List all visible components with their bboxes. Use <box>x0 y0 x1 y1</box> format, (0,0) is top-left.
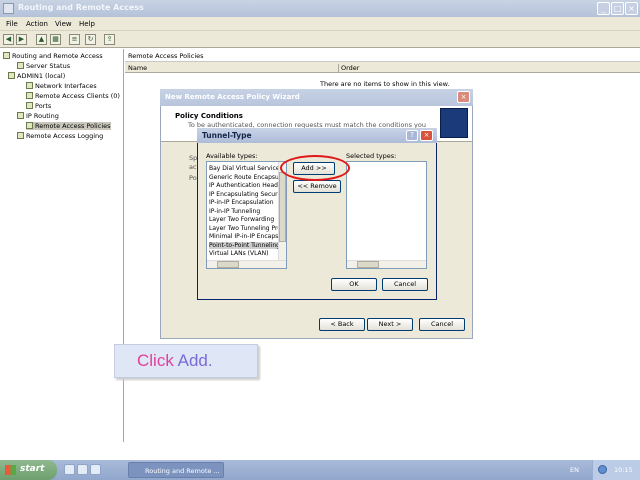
list-item[interactable]: IP Encapsulating Security <box>209 191 279 198</box>
desktop-icon[interactable] <box>64 464 75 475</box>
column-order[interactable]: Order <box>338 64 359 72</box>
selected-types-list[interactable] <box>346 161 427 269</box>
ok-button[interactable]: OK <box>331 278 377 291</box>
remove-button[interactable]: << Remove <box>293 180 341 193</box>
browser-icon[interactable] <box>77 464 88 475</box>
dialog-title: Tunnel-Type <box>197 128 437 143</box>
highlight-ring <box>280 155 350 181</box>
back-icon[interactable]: ◀ <box>3 34 14 45</box>
tree-item-server-status[interactable]: Server Status <box>17 62 70 70</box>
details-header: Remote Access Policies <box>125 49 640 62</box>
scroll-thumb[interactable] <box>279 172 286 242</box>
network-icon <box>26 82 33 89</box>
wizard-heading: Policy Conditions <box>175 112 243 120</box>
instruction-text: Click Add. <box>137 351 213 370</box>
list-item[interactable]: Generic Route Encapsulation <box>209 174 279 181</box>
policy-icon <box>26 122 33 129</box>
list-item[interactable]: Minimal IP-in-IP Encapsulation <box>209 233 279 240</box>
horizontal-scrollbar[interactable] <box>207 260 286 268</box>
horizontal-scrollbar[interactable] <box>347 260 426 268</box>
empty-message: There are no items to show in this view. <box>320 80 450 88</box>
list-item[interactable]: IP Authentication Header <box>209 182 279 189</box>
menu-help[interactable]: Help <box>79 20 95 28</box>
tree-item-network-interfaces[interactable]: Network Interfaces <box>26 82 97 90</box>
list-item[interactable]: Bay Dial Virtual Services <box>209 165 279 172</box>
list-item[interactable]: Layer Two Forwarding <box>209 216 279 223</box>
column-header: Name Order <box>125 62 640 73</box>
list-item[interactable]: IP-in-IP Tunneling <box>209 208 279 215</box>
dialog-cancel-button[interactable]: Cancel <box>382 278 428 291</box>
vertical-scrollbar[interactable] <box>278 162 286 268</box>
routing-icon <box>17 112 24 119</box>
wizard-close-button[interactable]: × <box>457 91 470 103</box>
ports-icon <box>26 102 33 109</box>
window-title: Routing and Remote Access <box>18 3 144 12</box>
instruction-callout: Click Add. <box>114 344 258 378</box>
scroll-thumb[interactable] <box>357 261 379 268</box>
wizard-text-fragment: ac <box>189 163 197 171</box>
wizard-text-fragment: Po <box>189 174 197 182</box>
list-item[interactable]: Virtual LANs (VLAN) <box>209 250 279 257</box>
export-icon[interactable]: ⇪ <box>104 34 115 45</box>
available-types-label: Available types: <box>206 152 258 160</box>
tree-item-remote-access-policies[interactable]: Remote Access Policies <box>26 122 111 130</box>
tree-item-remote-access-logging[interactable]: Remote Access Logging <box>17 132 103 140</box>
main-title-bar[interactable]: Routing and Remote Access _ □ × <box>0 0 640 17</box>
up-icon[interactable]: ▲ <box>36 34 47 45</box>
minimize-button[interactable]: _ <box>597 2 610 15</box>
taskbar-item-routing[interactable]: Routing and Remote ... <box>128 462 224 478</box>
back-button[interactable]: < Back <box>319 318 365 331</box>
toolbar: ◀ ▶ ▲ ▦ ≡ ↻ ⇪ <box>0 31 640 48</box>
tree-item-remote-access-clients[interactable]: Remote Access Clients (0) <box>26 92 120 100</box>
language-indicator[interactable]: EN <box>570 466 579 474</box>
tree-item-ports[interactable]: Ports <box>26 102 51 110</box>
properties-icon[interactable]: ≡ <box>69 34 80 45</box>
scroll-thumb[interactable] <box>217 261 239 268</box>
maximize-button[interactable]: □ <box>611 2 624 15</box>
menu-file[interactable]: File <box>6 20 18 28</box>
list-item[interactable]: Layer Two Tunneling Protocol <box>209 225 279 232</box>
selected-types-label: Selected types: <box>346 152 397 160</box>
help-button[interactable]: ? <box>406 130 418 141</box>
status-icon <box>17 62 24 69</box>
logging-icon <box>17 132 24 139</box>
server-icon <box>8 72 15 79</box>
wizard-logo-icon <box>440 108 468 138</box>
wizard-cancel-button[interactable]: Cancel <box>419 318 465 331</box>
list-item[interactable]: IP-in-IP Encapsulation <box>209 199 279 206</box>
next-button[interactable]: Next > <box>367 318 413 331</box>
column-name[interactable]: Name <box>128 64 147 72</box>
refresh-icon[interactable]: ↻ <box>85 34 96 45</box>
console-tree[interactable]: Routing and Remote Access Server Status … <box>0 49 124 442</box>
clients-icon <box>26 92 33 99</box>
tree-item-ip-routing[interactable]: IP Routing <box>17 112 59 120</box>
windows-logo-icon <box>5 465 16 475</box>
list-item-selected[interactable]: Point-to-Point Tunneling <box>209 241 279 249</box>
menu-view[interactable]: View <box>55 20 72 28</box>
clock: 10:15 <box>614 466 633 474</box>
dialog-close-button[interactable]: × <box>420 130 433 141</box>
menu-action[interactable]: Action <box>26 20 48 28</box>
server-icon <box>3 52 10 59</box>
network-tray-icon[interactable] <box>598 465 607 474</box>
start-button[interactable]: start <box>0 460 57 480</box>
tree-root[interactable]: Routing and Remote Access <box>3 52 103 60</box>
media-icon[interactable] <box>90 464 101 475</box>
wizard-title: New Remote Access Policy Wizard <box>160 89 473 106</box>
menu-bar: File Action View Help <box>0 17 640 31</box>
forward-icon[interactable]: ▶ <box>16 34 27 45</box>
available-types-list[interactable]: Bay Dial Virtual Services Generic Route … <box>206 161 287 269</box>
tree-item-admin1[interactable]: ADMIN1 (local) <box>8 72 65 80</box>
console-tree-icon[interactable]: ▦ <box>50 34 61 45</box>
app-icon <box>3 3 14 14</box>
close-button[interactable]: × <box>625 2 638 15</box>
